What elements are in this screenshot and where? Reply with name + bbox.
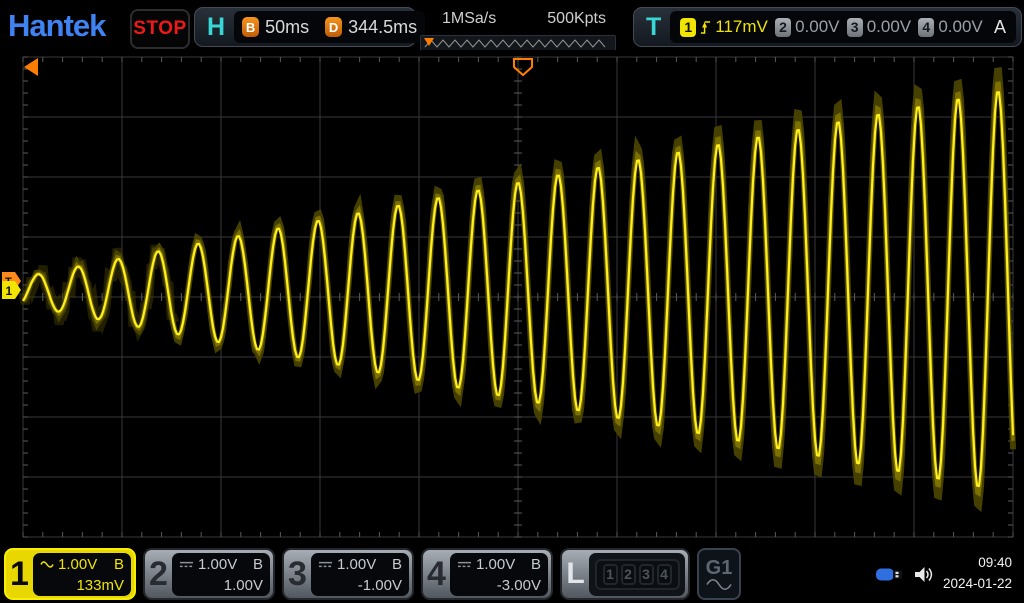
channel-3-offset: -1.00V (318, 578, 402, 593)
trigger-channel-4-badge: 4 (918, 18, 934, 37)
trigger-source-2[interactable]: 2 0.00V (775, 17, 839, 37)
channel-1-scale: 1.00V (58, 557, 97, 572)
logic-channel-3: 3 (639, 564, 654, 585)
logic-channel-4: 4 (657, 564, 672, 585)
rising-edge-icon (700, 19, 711, 36)
channel-3-scale: 1.00V (337, 557, 376, 572)
channel-4-offset: -3.00V (457, 578, 541, 593)
logic-channels: 1 2 3 4 (589, 553, 685, 596)
horizontal-position-strip[interactable] (420, 35, 616, 51)
delay-badge: D (325, 17, 342, 37)
sine-wave-icon (706, 578, 732, 591)
timebase-value: 50ms (265, 17, 309, 38)
channel-4-number: 4 (423, 557, 450, 591)
horizontal-panel[interactable]: H B 50ms D 344.5ms (194, 7, 416, 47)
trigger-panel-label: T (646, 15, 661, 40)
usb-drive-icon (875, 565, 905, 584)
channel-2-info: 1.00V B 1.00V (172, 553, 270, 596)
delay-value: 344.5ms (348, 17, 417, 38)
waveform-display-area[interactable]: T1 (0, 50, 1024, 545)
logic-channel-2: 2 (621, 564, 636, 585)
sample-rate-value: 1MSa/s (442, 10, 496, 31)
channel-3-box[interactable]: 3 1.00V B -1.00V (282, 548, 414, 600)
brand-logo: Hantek (8, 8, 105, 44)
run-state-label: STOP (133, 18, 186, 40)
channel-bar: 1 1.00V B 133mV 2 (0, 545, 1024, 603)
channel-1-zero-marker-label: 1 (6, 284, 13, 298)
clock-time: 09:40 (943, 553, 1012, 574)
channel-3-bandwidth: B (392, 557, 402, 572)
speaker-icon[interactable] (913, 565, 935, 584)
horizontal-panel-label: H (207, 15, 225, 40)
channel-2-box[interactable]: 2 1.00V B 1.00V (143, 548, 275, 600)
generator-g1-box[interactable]: G1 (697, 548, 741, 600)
scope-canvas: T1 (0, 50, 1024, 545)
ac-coupling-icon (40, 560, 54, 569)
channel-3-number: 3 (284, 557, 311, 591)
trigger-level-3: 0.00V (867, 17, 911, 37)
generator-label: G1 (706, 558, 733, 578)
trigger-position-marker[interactable] (514, 59, 532, 75)
trigger-level-4: 0.00V (938, 17, 982, 37)
top-bar: Hantek STOP H B 50ms D 344.5ms 1MSa/s 50… (0, 0, 1024, 50)
channel-1-number: 1 (6, 557, 33, 591)
channel-2-scale: 1.00V (198, 557, 237, 572)
record-overview-waveform-icon (421, 37, 613, 49)
channel-1-box[interactable]: 1 1.00V B 133mV (4, 548, 136, 600)
logic-channel-1: 1 (603, 564, 618, 585)
timebase-badge: B (242, 17, 259, 37)
channel-2-offset: 1.00V (179, 578, 263, 593)
trigger-source-1[interactable]: 1 117mV (680, 17, 768, 37)
channel-2-number: 2 (145, 557, 172, 591)
trigger-panel[interactable]: T 1 117mV 2 0.00V 3 0.00V (633, 7, 1022, 47)
trigger-values: 1 117mV 2 0.00V 3 0.00V 4 0. (670, 11, 1016, 43)
clock-date: 2024-01-22 (943, 574, 1012, 595)
logic-label: L (562, 559, 589, 589)
status-area: 09:40 2024-01-22 (875, 553, 1020, 595)
trigger-channel-3-badge: 3 (847, 18, 863, 37)
trigger-mode-auto: A (994, 17, 1006, 38)
dc-coupling-icon (318, 560, 333, 569)
trigger-channel-1-badge: 1 (680, 18, 696, 37)
acquisition-info: 1MSa/s 500Kpts (420, 10, 616, 51)
trigger-channel-2-badge: 2 (775, 18, 791, 37)
run-state-button[interactable]: STOP (130, 9, 190, 49)
channel-1-offset: 133mV (40, 578, 124, 593)
channel-4-scale: 1.00V (476, 557, 515, 572)
trigger-level-2: 0.00V (795, 17, 839, 37)
horizontal-values: B 50ms D 344.5ms (234, 11, 425, 43)
record-length-value: 500Kpts (547, 10, 606, 31)
record-zigzag (425, 40, 605, 47)
channel-2-bandwidth: B (253, 557, 263, 572)
trigger-level-value: 117mV (715, 17, 768, 37)
logic-channels-box[interactable]: L 1 2 3 4 (560, 548, 690, 600)
horizontal-reference-arrow-icon[interactable] (24, 58, 38, 76)
channel-1-info: 1.00V B 133mV (33, 553, 131, 596)
channel-3-info: 1.00V B -1.00V (311, 553, 409, 596)
channel-4-box[interactable]: 4 1.00V B -3.00V (421, 548, 553, 600)
channel-4-info: 1.00V B -3.00V (450, 553, 548, 596)
trigger-source-4[interactable]: 4 0.00V (918, 17, 982, 37)
oscilloscope-screen: Hantek STOP H B 50ms D 344.5ms 1MSa/s 50… (0, 0, 1024, 603)
channel-4-bandwidth: B (531, 557, 541, 572)
trigger-source-3[interactable]: 3 0.00V (847, 17, 911, 37)
dc-coupling-icon (179, 560, 194, 569)
dc-coupling-icon (457, 560, 472, 569)
channel-1-bandwidth: B (114, 557, 124, 572)
